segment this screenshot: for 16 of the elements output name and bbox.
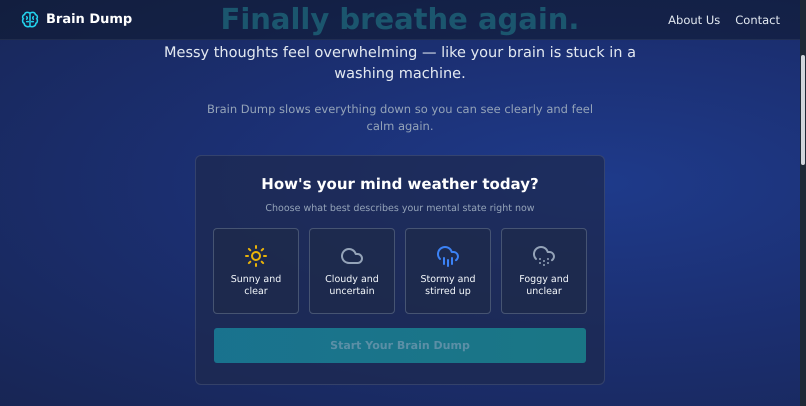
sun-icon — [244, 244, 268, 268]
mood-option[interactable]: Sunny and clear — [213, 228, 299, 314]
drizzle-cloud-icon — [532, 244, 556, 268]
brain-icon — [20, 10, 40, 30]
tagline: Messy thoughts feel overwhelming — like your brain is stuck in a washing machine. — [163, 44, 637, 84]
mood-option[interactable]: Stormy and stirred up — [405, 228, 491, 314]
description: Brain Dump slows everything down so you can see clearly and feel calm again. — [206, 101, 594, 135]
mood-option[interactable]: Cloudy and uncertain — [309, 228, 395, 314]
rain-cloud-icon — [436, 244, 460, 268]
card-subtitle: Choose what best describes your mental state right now — [265, 203, 535, 214]
nav-link[interactable]: Contact — [735, 12, 780, 26]
brand-name[interactable]: Brain Dump — [46, 12, 132, 27]
mood-option[interactable]: Foggy and unclear — [501, 228, 587, 314]
card-title: How's your mind weather today? — [261, 175, 539, 193]
nav-link[interactable]: About Us — [668, 12, 720, 26]
scrollbar[interactable] — [800, 0, 806, 406]
